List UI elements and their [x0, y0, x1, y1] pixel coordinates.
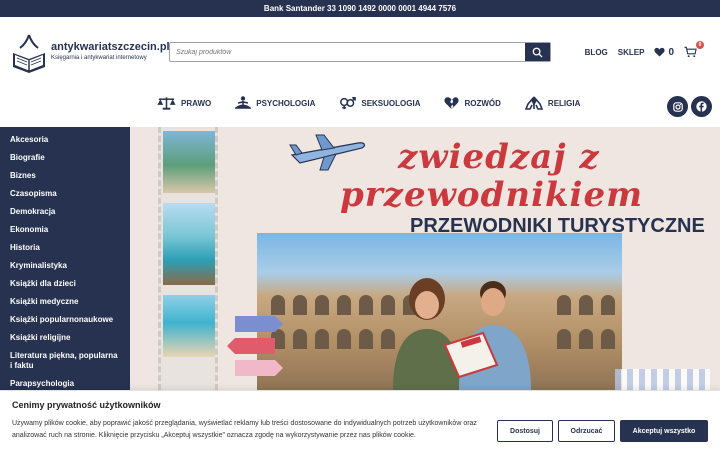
- tourists-illustration: [393, 278, 531, 390]
- nav-label: ROZWÓD: [464, 98, 501, 108]
- instagram-button[interactable]: [667, 96, 688, 117]
- nav-item-rozwod[interactable]: ROZWÓD: [444, 96, 501, 110]
- sidebar-item-biznes[interactable]: Biznes: [0, 167, 130, 185]
- top-info-bar: Bank Santander 33 1090 1492 0000 0001 49…: [0, 0, 720, 17]
- sidebar-item-czasopisma[interactable]: Czasopisma: [0, 185, 130, 203]
- search-button[interactable]: [525, 43, 550, 61]
- sidebar-item-ksiazki-popularnonaukowe[interactable]: Książki popularnonaukowe: [0, 311, 130, 329]
- book-logo-icon: [13, 34, 45, 73]
- header-links: BLOG SKLEP 0 0: [585, 41, 704, 58]
- site-header: antykwariatszczecin.pl Księgarnia i anty…: [0, 17, 720, 127]
- broken-heart-icon: [444, 97, 460, 110]
- logo-title: antykwariatszczecin.pl: [51, 41, 170, 53]
- facebook-icon: [696, 101, 707, 112]
- praying-icon: [524, 96, 543, 110]
- sidebar-item-ksiazki-medyczne[interactable]: Książki medyczne: [0, 293, 130, 311]
- resort-photo: [163, 131, 215, 193]
- sidebar-item-kryminalistyka[interactable]: Kryminalistyka: [0, 257, 130, 275]
- cookie-description: Używamy plików cookie, aby poprawić jako…: [12, 420, 477, 439]
- cart-button[interactable]: 0: [684, 41, 704, 58]
- signpost-arrows: [227, 316, 283, 376]
- nav-label: PSYCHOLOGIA: [256, 98, 316, 108]
- search-bar: [169, 42, 551, 62]
- sidebar-item-ekonomia[interactable]: Ekonomia: [0, 221, 130, 239]
- site-logo[interactable]: antykwariatszczecin.pl Księgarnia i anty…: [10, 31, 170, 73]
- airplane-icon: [289, 134, 366, 171]
- pier-photo: [163, 203, 215, 285]
- cookie-consent-banner: Cenimy prywatność użytkowników Używamy p…: [0, 390, 720, 450]
- cookie-customize-button[interactable]: Dostosuj: [497, 420, 553, 442]
- beach-photo: [163, 295, 215, 357]
- scales-icon: [157, 97, 176, 110]
- category-sidebar: Akcesoria Biografie Biznes Czasopisma De…: [0, 127, 130, 390]
- sidebar-item-demokracja[interactable]: Demokracja: [0, 203, 130, 221]
- instagram-icon: [672, 101, 683, 112]
- cart-icon: [684, 46, 697, 58]
- search-input[interactable]: [170, 43, 525, 61]
- cookie-title: Cenimy prywatność użytkowników: [12, 400, 161, 410]
- search-icon: [532, 47, 543, 58]
- blog-link[interactable]: BLOG: [585, 48, 608, 57]
- heart-icon: [654, 47, 666, 57]
- hero-banner[interactable]: zwiedzaj z przewodnikiem PRZEWODNIKI TUR…: [130, 127, 720, 390]
- nav-item-religia[interactable]: RELIGIA: [524, 96, 581, 110]
- sidebar-item-ksiazki-dla-dzieci[interactable]: Książki dla dzieci: [0, 275, 130, 293]
- nav-item-seksuologia[interactable]: SEKSUOLOGIA: [339, 96, 420, 110]
- banner-title-line1: zwiedzaj z: [398, 137, 600, 177]
- sidebar-item-historia[interactable]: Historia: [0, 239, 130, 257]
- cart-count-badge: 0: [696, 41, 704, 49]
- sidebar-item-ksiazki-religijne[interactable]: Książki religijne: [0, 329, 130, 347]
- facebook-button[interactable]: [691, 96, 712, 117]
- category-nav: PRAWO PSYCHOLOGIA SEKSUOLOGIA ROZWÓD REL…: [157, 96, 580, 110]
- nav-label: PRAWO: [181, 98, 212, 108]
- nav-label: RELIGIA: [547, 98, 581, 108]
- bank-account-text: Bank Santander 33 1090 1492 0000 0001 49…: [263, 4, 457, 13]
- social-links: [667, 96, 712, 117]
- wishlist-count: 0: [668, 46, 674, 58]
- nav-item-psychologia[interactable]: PSYCHOLOGIA: [235, 96, 315, 110]
- banner-title-line2: przewodnikiem: [340, 175, 644, 215]
- shop-link[interactable]: SKLEP: [618, 48, 645, 57]
- checkered-cloth: [615, 369, 710, 390]
- sidebar-item-biografie[interactable]: Biografie: [0, 149, 130, 167]
- gender-icon: [340, 97, 357, 110]
- meditation-icon: [235, 96, 252, 109]
- nav-item-prawo[interactable]: PRAWO: [157, 96, 211, 110]
- logo-subtitle: Księgarnia i antykwariat internetowy: [51, 55, 147, 61]
- nav-label: SEKSUOLOGIA: [361, 98, 421, 108]
- wishlist-button[interactable]: 0: [654, 47, 674, 58]
- cookie-reject-button[interactable]: Odrzucać: [558, 420, 615, 442]
- sidebar-item-akcesoria[interactable]: Akcesoria: [0, 131, 130, 149]
- sidebar-item-literatura[interactable]: Literatura piękna, popularna i faktu: [0, 347, 130, 375]
- cookie-accept-all-button[interactable]: Akceptuj wszystko: [620, 420, 708, 442]
